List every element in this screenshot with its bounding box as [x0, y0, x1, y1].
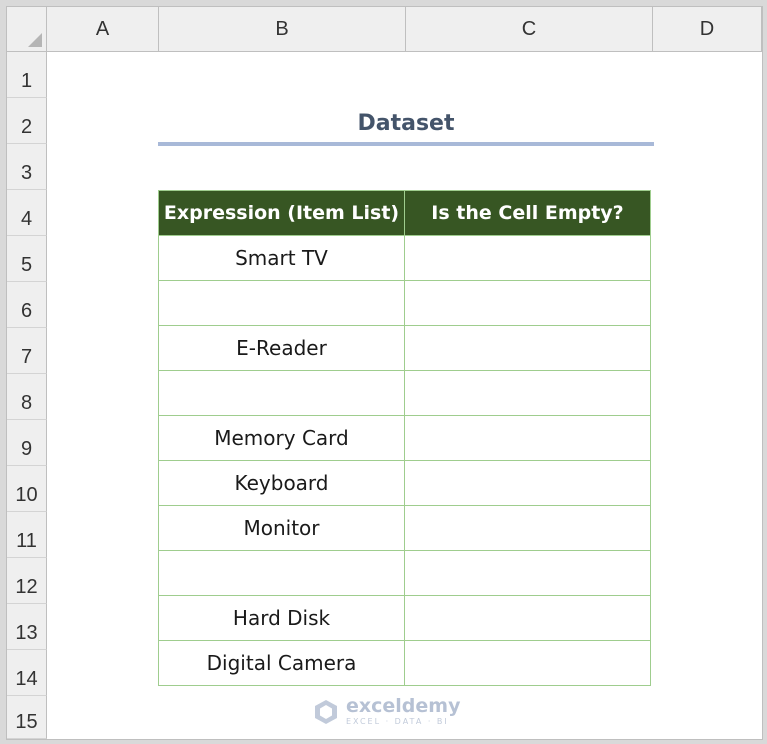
- result-cell[interactable]: [404, 325, 651, 371]
- item-cell[interactable]: Memory Card: [158, 415, 405, 461]
- row-header-7[interactable]: 7: [7, 328, 47, 374]
- row-header-9[interactable]: 9: [7, 420, 47, 466]
- row-header-15[interactable]: 15: [7, 696, 47, 739]
- table-row: E-Reader: [158, 325, 651, 371]
- table-row: [158, 280, 651, 326]
- watermark-tagline: EXCEL · DATA · BI: [346, 717, 449, 726]
- column-header-b[interactable]: B: [159, 7, 406, 52]
- row-header-6[interactable]: 6: [7, 282, 47, 328]
- select-all-button[interactable]: [7, 7, 47, 52]
- watermark-name: exceldemy: [346, 695, 461, 717]
- exceldemy-logo-icon: [315, 699, 337, 724]
- exceldemy-watermark: exceldemy EXCEL · DATA · BI: [312, 697, 460, 726]
- column-header-d[interactable]: D: [653, 7, 762, 52]
- header-expression[interactable]: Expression (Item List): [158, 190, 405, 236]
- row-header-1[interactable]: 1: [7, 52, 47, 98]
- table-row: [158, 550, 651, 596]
- table-row: Smart TV: [158, 235, 651, 281]
- column-header-a[interactable]: A: [47, 7, 159, 52]
- item-cell[interactable]: Hard Disk: [158, 595, 405, 641]
- item-cell[interactable]: Keyboard: [158, 460, 405, 506]
- table-row: Digital Camera: [158, 640, 651, 686]
- result-cell[interactable]: [404, 235, 651, 281]
- row-header-13[interactable]: 13: [7, 604, 47, 650]
- row-header-14[interactable]: 14: [7, 650, 47, 696]
- spreadsheet-grid: A B C D 1 2 3 4 5 6 7 8 9 10 11 12 13 14…: [6, 6, 763, 740]
- dataset-title: Dataset: [357, 110, 455, 136]
- result-cell[interactable]: [404, 640, 651, 686]
- result-cell[interactable]: [404, 415, 651, 461]
- row-header-2[interactable]: 2: [7, 98, 47, 144]
- row-header-4[interactable]: 4: [7, 190, 47, 236]
- item-cell[interactable]: [158, 280, 405, 326]
- row-header-10[interactable]: 10: [7, 466, 47, 512]
- row-header-5[interactable]: 5: [7, 236, 47, 282]
- result-cell[interactable]: [404, 550, 651, 596]
- result-cell[interactable]: [404, 505, 651, 551]
- select-all-triangle-icon: [28, 33, 42, 47]
- title-underline: [158, 142, 654, 146]
- result-cell[interactable]: [404, 595, 651, 641]
- table-row: Hard Disk: [158, 595, 651, 641]
- result-cell[interactable]: [404, 370, 651, 416]
- table-row: [158, 370, 651, 416]
- table-row: Memory Card: [158, 415, 651, 461]
- item-table: Expression (Item List) Is the Cell Empty…: [158, 190, 651, 686]
- row-header-12[interactable]: 12: [7, 558, 47, 604]
- item-cell[interactable]: Smart TV: [158, 235, 405, 281]
- result-cell[interactable]: [404, 280, 651, 326]
- item-cell[interactable]: [158, 370, 405, 416]
- table-row: Monitor: [158, 505, 651, 551]
- item-cell[interactable]: Monitor: [158, 505, 405, 551]
- row-header-8[interactable]: 8: [7, 374, 47, 420]
- item-cell[interactable]: Digital Camera: [158, 640, 405, 686]
- header-is-empty[interactable]: Is the Cell Empty?: [404, 190, 651, 236]
- row-header-11[interactable]: 11: [7, 512, 47, 558]
- item-cell[interactable]: [158, 550, 405, 596]
- column-header-c[interactable]: C: [406, 7, 653, 52]
- result-cell[interactable]: [404, 460, 651, 506]
- table-row: Keyboard: [158, 460, 651, 506]
- table-header-row: Expression (Item List) Is the Cell Empty…: [158, 190, 651, 236]
- item-cell[interactable]: E-Reader: [158, 325, 405, 371]
- row-header-3[interactable]: 3: [7, 144, 47, 190]
